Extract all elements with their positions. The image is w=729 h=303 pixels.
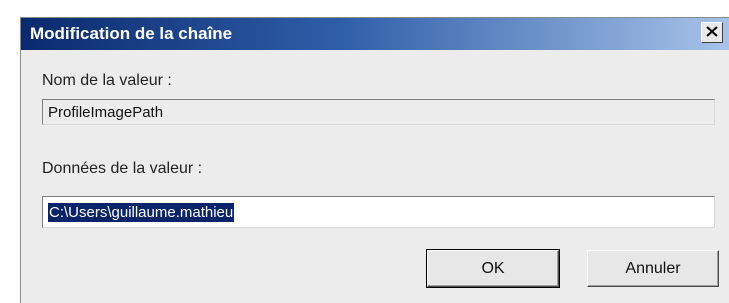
close-button[interactable] (701, 22, 723, 43)
value-name-text: ProfileImagePath (48, 103, 164, 121)
edit-string-dialog: Modification de la chaîne Nom de la vale… (20, 17, 729, 303)
value-name-label: Nom de la valeur : (42, 72, 172, 89)
ok-button[interactable]: OK (426, 249, 560, 288)
cancel-button[interactable]: Annuler (587, 250, 719, 287)
close-icon (706, 24, 718, 42)
value-data-text: C:\Users\guillaume.mathieu (48, 202, 235, 222)
value-name-field: ProfileImagePath (42, 99, 715, 125)
dialog-title-bar[interactable]: Modification de la chaîne (21, 18, 729, 50)
value-data-label: Données de la valeur : (42, 160, 203, 177)
dialog-title: Modification de la chaîne (30, 24, 233, 43)
value-data-input[interactable]: C:\Users\guillaume.mathieu (42, 196, 715, 228)
